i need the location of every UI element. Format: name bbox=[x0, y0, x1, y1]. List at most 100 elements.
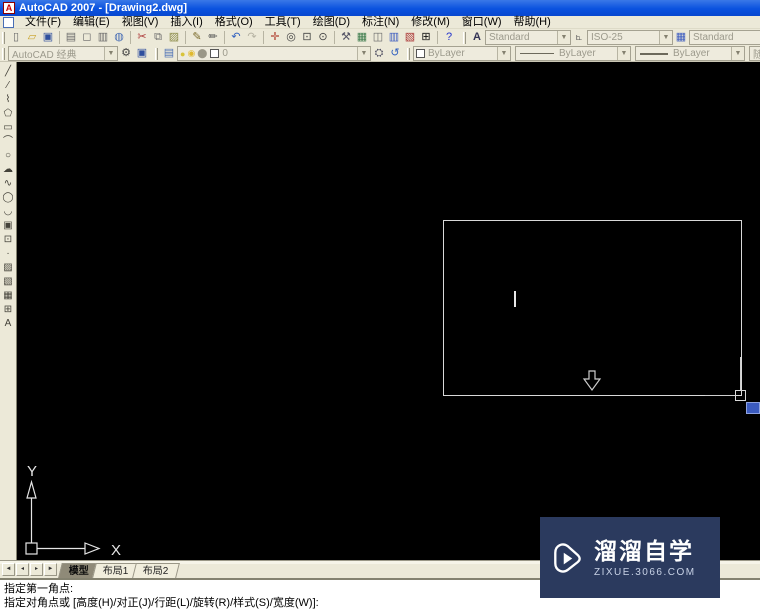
polyline-icon[interactable]: ⌇ bbox=[1, 93, 16, 107]
make-object-layer-current-icon[interactable]: ⛭ bbox=[371, 46, 387, 61]
mtext-flow-arrow-icon bbox=[582, 370, 602, 392]
draw-toolbar: ╱ ⁄ ⌇ ⬠ ▭ ⌒ ○ ☁ ∿ ◯ ◡ ▣ ⊡ · ▨ ▧ ▦ ⊞ A bbox=[0, 62, 17, 560]
markup-set-manager-icon[interactable]: ▧ bbox=[402, 30, 418, 45]
drawing-canvas[interactable]: Y X bbox=[17, 62, 760, 560]
layer-freeze-icon[interactable]: ◉ bbox=[187, 48, 195, 59]
zoom-previous-icon[interactable]: ⊙ bbox=[315, 30, 331, 45]
layer-on-icon[interactable]: ● bbox=[180, 49, 185, 59]
line-icon[interactable]: ╱ bbox=[1, 65, 16, 79]
chevron-down-icon[interactable]: ▼ bbox=[497, 47, 510, 60]
polygon-icon[interactable]: ⬠ bbox=[1, 107, 16, 121]
plot-preview-icon[interactable]: ◻ bbox=[79, 30, 95, 45]
drawing-window-icon[interactable] bbox=[3, 16, 14, 28]
layer-lock-icon[interactable]: ⬤ bbox=[197, 48, 207, 59]
copy-icon[interactable]: ⧉ bbox=[150, 30, 166, 45]
tool-palettes-icon[interactable]: ◫ bbox=[370, 30, 386, 45]
circle-icon[interactable]: ○ bbox=[1, 149, 16, 163]
chevron-down-icon[interactable]: ▼ bbox=[617, 47, 630, 60]
pan-icon[interactable]: ✛ bbox=[263, 30, 283, 45]
lineweight-control-combo[interactable]: ByLayer ▼ bbox=[635, 46, 745, 61]
menu-window[interactable]: 窗口(W) bbox=[456, 16, 508, 29]
zoom-window-icon[interactable]: ⊡ bbox=[299, 30, 315, 45]
toolbar-drag-handle[interactable] bbox=[2, 47, 5, 60]
toolbar-drag-handle[interactable] bbox=[2, 31, 5, 44]
table-style-icon[interactable]: ▦ bbox=[673, 30, 689, 45]
designcenter-icon[interactable]: ▦ bbox=[354, 30, 370, 45]
cut-icon[interactable]: ✂ bbox=[130, 30, 150, 45]
zoom-realtime-icon[interactable]: ◎ bbox=[283, 30, 299, 45]
menu-help[interactable]: 帮助(H) bbox=[508, 16, 557, 29]
etransmit-icon[interactable]: ◍ bbox=[111, 30, 127, 45]
menu-insert[interactable]: 插入(I) bbox=[164, 16, 208, 29]
toolbar-drag-handle[interactable] bbox=[463, 31, 466, 44]
title-bar[interactable]: A AutoCAD 2007 - [Drawing2.dwg] bbox=[0, 0, 760, 16]
construction-line-icon[interactable]: ⁄ bbox=[1, 79, 16, 93]
menu-file[interactable]: 文件(F) bbox=[19, 16, 67, 29]
tab-nav-next[interactable]: ▸ bbox=[30, 563, 43, 576]
dim-style-combo[interactable]: ISO-25 ▼ bbox=[587, 30, 673, 45]
text-style-icon[interactable]: A bbox=[469, 30, 485, 45]
save-workspace-icon[interactable]: ▣ bbox=[134, 46, 150, 61]
quickcalc-icon[interactable]: ⊞ bbox=[418, 30, 434, 45]
chevron-down-icon[interactable]: ▼ bbox=[731, 47, 744, 60]
chevron-down-icon[interactable]: ▼ bbox=[557, 31, 570, 44]
make-block-icon[interactable]: ⊡ bbox=[1, 233, 16, 247]
spline-icon[interactable]: ∿ bbox=[1, 177, 16, 191]
match-properties-icon[interactable]: ✎ bbox=[185, 30, 205, 45]
chevron-down-icon[interactable]: ▼ bbox=[659, 31, 672, 44]
linetype-control-combo[interactable]: ByLayer ▼ bbox=[515, 46, 631, 61]
properties-icon[interactable]: ⚒ bbox=[334, 30, 354, 45]
paste-icon[interactable]: ▨ bbox=[166, 30, 182, 45]
point-icon[interactable]: · bbox=[1, 247, 16, 261]
ellipse-arc-icon[interactable]: ◡ bbox=[1, 205, 16, 219]
workspace-settings-icon[interactable]: ⚙ bbox=[118, 46, 134, 61]
region-icon[interactable]: ▦ bbox=[1, 289, 16, 303]
plot-icon[interactable]: ▤ bbox=[59, 30, 79, 45]
hatch-icon[interactable]: ▨ bbox=[1, 261, 16, 275]
menu-view[interactable]: 视图(V) bbox=[116, 16, 165, 29]
tab-nav-last[interactable]: ► bbox=[44, 563, 57, 576]
undo-icon[interactable]: ↶ bbox=[224, 30, 244, 45]
menu-format[interactable]: 格式(O) bbox=[209, 16, 259, 29]
redo-icon[interactable]: ↷ bbox=[244, 30, 260, 45]
watermark-badge: 溜溜自学 ZIXUE.3066.COM bbox=[540, 517, 720, 598]
tab-nav-prev[interactable]: ◂ bbox=[16, 563, 29, 576]
arc-icon[interactable]: ⌒ bbox=[1, 135, 16, 149]
new-file-icon[interactable]: ▯ bbox=[8, 30, 24, 45]
text-style-combo[interactable]: Standard ▼ bbox=[485, 30, 571, 45]
gradient-icon[interactable]: ▧ bbox=[1, 275, 16, 289]
revision-cloud-icon[interactable]: ☁ bbox=[1, 163, 16, 177]
open-file-icon[interactable]: ▱ bbox=[24, 30, 40, 45]
ellipse-icon[interactable]: ◯ bbox=[1, 191, 16, 205]
toolbar-drag-handle[interactable] bbox=[407, 47, 410, 60]
menu-modify[interactable]: 修改(M) bbox=[405, 16, 456, 29]
plot-style-combo[interactable]: 随颜色 ▼ bbox=[749, 46, 760, 61]
table-style-combo[interactable]: Standard ▼ bbox=[689, 30, 760, 45]
insert-block-icon[interactable]: ▣ bbox=[1, 219, 16, 233]
linetype-sample bbox=[520, 53, 554, 54]
toolbar-drag-handle[interactable] bbox=[155, 47, 158, 60]
block-editor-icon[interactable]: ✏ bbox=[205, 30, 221, 45]
tab-nav-first[interactable]: ◄ bbox=[2, 563, 15, 576]
dim-style-icon[interactable]: ⦜ bbox=[571, 30, 587, 45]
menu-draw[interactable]: 绘图(D) bbox=[307, 16, 356, 29]
layer-combo[interactable]: ● ◉ ⬤ 0 ▼ bbox=[177, 46, 371, 61]
layer-previous-icon[interactable]: ↺ bbox=[387, 46, 403, 61]
workspace-combo[interactable]: AutoCAD 经典 ▼ bbox=[8, 46, 118, 61]
chevron-down-icon[interactable]: ▼ bbox=[104, 47, 117, 60]
menu-dimension[interactable]: 标注(N) bbox=[356, 16, 405, 29]
multiline-text-icon[interactable]: A bbox=[1, 317, 16, 331]
menu-tools[interactable]: 工具(T) bbox=[259, 16, 307, 29]
help-icon[interactable]: ? bbox=[437, 30, 457, 45]
rectangle-icon[interactable]: ▭ bbox=[1, 121, 16, 135]
layer-properties-manager-icon[interactable]: ▤ bbox=[161, 46, 177, 61]
window-title: AutoCAD 2007 - [Drawing2.dwg] bbox=[19, 2, 188, 14]
tab-layout2[interactable]: 布局2 bbox=[131, 563, 179, 578]
sheet-set-manager-icon[interactable]: ▥ bbox=[386, 30, 402, 45]
publish-icon[interactable]: ▥ bbox=[95, 30, 111, 45]
color-control-combo[interactable]: ByLayer ▼ bbox=[413, 46, 511, 61]
save-icon[interactable]: ▣ bbox=[40, 30, 56, 45]
chevron-down-icon[interactable]: ▼ bbox=[357, 47, 370, 60]
menu-edit[interactable]: 编辑(E) bbox=[67, 16, 116, 29]
table-icon[interactable]: ⊞ bbox=[1, 303, 16, 317]
